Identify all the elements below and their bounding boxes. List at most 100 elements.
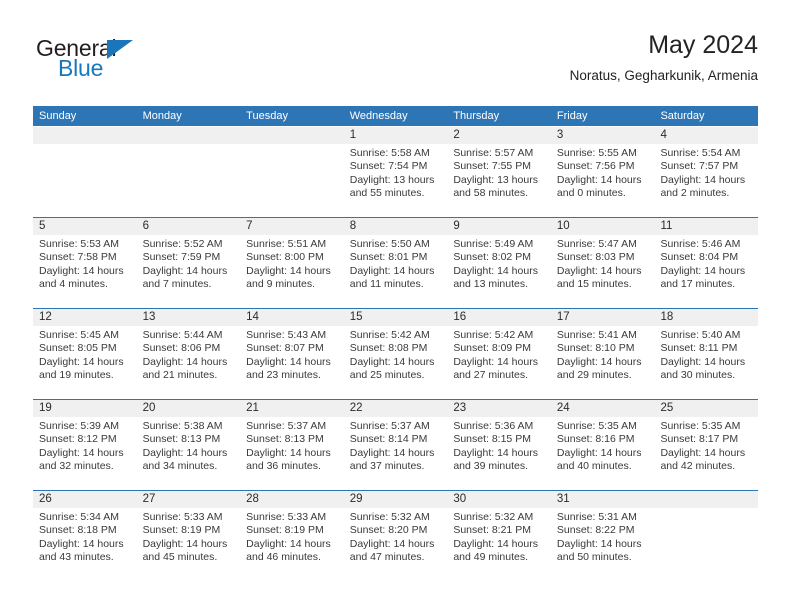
day-cell-13[interactable]: Sunrise: 5:44 AM Sunset: 8:06 PM Daylight:… bbox=[137, 326, 241, 398]
day-number-29[interactable]: 29 bbox=[344, 491, 448, 508]
day-cell-30[interactable]: Sunrise: 5:32 AM Sunset: 8:21 PM Daylight:… bbox=[447, 508, 551, 580]
sunset-text: Sunset: 8:18 PM bbox=[39, 524, 117, 537]
day-cell-28[interactable]: Sunrise: 5:33 AM Sunset: 8:19 PM Daylight:… bbox=[240, 508, 344, 580]
day-cell-15[interactable]: Sunrise: 5:42 AM Sunset: 8:08 PM Daylight:… bbox=[344, 326, 448, 398]
day-number-1[interactable]: 1 bbox=[344, 127, 448, 144]
day-detail-band: Sunrise: 5:53 AM Sunset: 7:58 PM Daylight:… bbox=[33, 235, 758, 307]
day-cell-9[interactable]: Sunrise: 5:49 AM Sunset: 8:02 PM Daylight:… bbox=[447, 235, 551, 307]
day-number-24[interactable]: 24 bbox=[551, 400, 655, 417]
day-cell-23[interactable]: Sunrise: 5:36 AM Sunset: 8:15 PM Daylight:… bbox=[447, 417, 551, 489]
day-number-22[interactable]: 22 bbox=[344, 400, 448, 417]
sunset-text: Sunset: 7:57 PM bbox=[660, 160, 739, 173]
day-cell-8[interactable]: Sunrise: 5:50 AM Sunset: 8:01 PM Daylight:… bbox=[344, 235, 448, 307]
daylight-text: Daylight: 14 hours bbox=[556, 264, 642, 277]
day-detail-band: Sunrise: 5:34 AM Sunset: 8:18 PM Daylight:… bbox=[33, 508, 758, 580]
day-number-30[interactable]: 30 bbox=[447, 491, 551, 508]
day-number-8[interactable]: 8 bbox=[344, 218, 448, 235]
day-number-18[interactable]: 18 bbox=[654, 309, 758, 326]
sunrise-text: Sunrise: 5:39 AM bbox=[39, 420, 119, 432]
day-cell-10[interactable]: Sunrise: 5:47 AM Sunset: 8:03 PM Daylight:… bbox=[551, 235, 655, 307]
day-number-11[interactable]: 11 bbox=[654, 218, 758, 235]
sunrise-text: Sunrise: 5:33 AM bbox=[246, 511, 327, 523]
day-cell-22[interactable]: Sunrise: 5:37 AM Sunset: 8:14 PM Daylight:… bbox=[344, 417, 448, 489]
day-cell-11[interactable]: Sunrise: 5:46 AM Sunset: 8:04 PM Daylight:… bbox=[654, 235, 758, 307]
day-cell-20[interactable]: Sunrise: 5:38 AM Sunset: 8:13 PM Daylight:… bbox=[137, 417, 241, 489]
sunrise-text: Sunrise: 5:35 AM bbox=[556, 420, 637, 432]
day-number-empty bbox=[33, 127, 137, 144]
logo-text-blue: Blue bbox=[58, 55, 104, 81]
day-cell-empty bbox=[654, 508, 758, 580]
daylight-text: and 42 minutes. bbox=[660, 460, 736, 473]
day-cell-1[interactable]: Sunrise: 5:58 AM Sunset: 7:54 PM Daylight:… bbox=[344, 144, 448, 216]
day-number-15[interactable]: 15 bbox=[344, 309, 448, 326]
sunrise-text: Sunrise: 5:46 AM bbox=[660, 238, 741, 250]
day-cell-19[interactable]: Sunrise: 5:39 AM Sunset: 8:12 PM Daylight:… bbox=[33, 417, 137, 489]
day-number-19[interactable]: 19 bbox=[33, 400, 137, 417]
day-cell-21[interactable]: Sunrise: 5:37 AM Sunset: 8:13 PM Daylight:… bbox=[240, 417, 344, 489]
day-cell-18[interactable]: Sunrise: 5:40 AM Sunset: 8:11 PM Daylight:… bbox=[654, 326, 758, 398]
day-number-13[interactable]: 13 bbox=[137, 309, 241, 326]
sunrise-text: Sunrise: 5:37 AM bbox=[246, 420, 327, 432]
sunset-text: Sunset: 8:13 PM bbox=[142, 433, 221, 446]
sunrise-text: Sunrise: 5:45 AM bbox=[39, 329, 119, 341]
day-number-10[interactable]: 10 bbox=[551, 218, 655, 235]
day-cell-2[interactable]: Sunrise: 5:57 AM Sunset: 7:55 PM Daylight:… bbox=[447, 144, 551, 216]
day-number-17[interactable]: 17 bbox=[551, 309, 655, 326]
sunset-text: Sunset: 8:19 PM bbox=[142, 524, 221, 537]
day-number-12[interactable]: 12 bbox=[33, 309, 137, 326]
day-number-6[interactable]: 6 bbox=[137, 218, 241, 235]
day-number-31[interactable]: 31 bbox=[551, 491, 655, 508]
daylight-text: Daylight: 14 hours bbox=[660, 355, 746, 368]
sunrise-text: Sunrise: 5:54 AM bbox=[660, 147, 741, 159]
sunset-text: Sunset: 8:19 PM bbox=[246, 524, 324, 537]
general-blue-logo[interactable]: General Blue bbox=[33, 35, 213, 87]
sunrise-text: Sunrise: 5:43 AM bbox=[246, 329, 327, 341]
day-number-28[interactable]: 28 bbox=[240, 491, 344, 508]
sunset-text: Sunset: 8:20 PM bbox=[349, 524, 428, 537]
day-number-20[interactable]: 20 bbox=[137, 400, 241, 417]
sunset-text: Sunset: 8:04 PM bbox=[660, 251, 739, 264]
daylight-text: Daylight: 14 hours bbox=[246, 446, 331, 459]
sunrise-text: Sunrise: 5:53 AM bbox=[39, 238, 119, 250]
sunset-text: Sunset: 8:03 PM bbox=[556, 251, 635, 264]
day-number-26[interactable]: 26 bbox=[33, 491, 137, 508]
daylight-text: and 4 minutes. bbox=[39, 278, 108, 291]
sunrise-text: Sunrise: 5:36 AM bbox=[453, 420, 534, 432]
day-number-3[interactable]: 3 bbox=[551, 127, 655, 144]
sunset-text: Sunset: 8:13 PM bbox=[246, 433, 324, 446]
sunset-text: Sunset: 7:59 PM bbox=[142, 251, 221, 264]
day-number-band: 12 13 14 15 16 17 18 bbox=[33, 309, 758, 326]
daylight-text: and 21 minutes. bbox=[142, 369, 218, 382]
day-cell-12[interactable]: Sunrise: 5:45 AM Sunset: 8:05 PM Daylight:… bbox=[33, 326, 137, 398]
day-number-14[interactable]: 14 bbox=[240, 309, 344, 326]
day-cell-3[interactable]: Sunrise: 5:55 AM Sunset: 7:56 PM Daylight:… bbox=[551, 144, 655, 216]
day-cell-5[interactable]: Sunrise: 5:53 AM Sunset: 7:58 PM Daylight:… bbox=[33, 235, 137, 307]
day-cell-7[interactable]: Sunrise: 5:51 AM Sunset: 8:00 PM Daylight:… bbox=[240, 235, 344, 307]
day-cell-14[interactable]: Sunrise: 5:43 AM Sunset: 8:07 PM Daylight:… bbox=[240, 326, 344, 398]
day-number-23[interactable]: 23 bbox=[447, 400, 551, 417]
day-number-25[interactable]: 25 bbox=[654, 400, 758, 417]
day-cell-16[interactable]: Sunrise: 5:42 AM Sunset: 8:09 PM Daylight:… bbox=[447, 326, 551, 398]
day-cell-6[interactable]: Sunrise: 5:52 AM Sunset: 7:59 PM Daylight:… bbox=[137, 235, 241, 307]
daylight-text: Daylight: 14 hours bbox=[556, 355, 642, 368]
day-cell-25[interactable]: Sunrise: 5:35 AM Sunset: 8:17 PM Daylight:… bbox=[654, 417, 758, 489]
day-cell-26[interactable]: Sunrise: 5:34 AM Sunset: 8:18 PM Daylight:… bbox=[33, 508, 137, 580]
day-number-5[interactable]: 5 bbox=[33, 218, 137, 235]
day-cell-29[interactable]: Sunrise: 5:32 AM Sunset: 8:20 PM Daylight:… bbox=[344, 508, 448, 580]
day-number-16[interactable]: 16 bbox=[447, 309, 551, 326]
day-number-4[interactable]: 4 bbox=[654, 127, 758, 144]
day-number-9[interactable]: 9 bbox=[447, 218, 551, 235]
day-number-27[interactable]: 27 bbox=[137, 491, 241, 508]
day-number-21[interactable]: 21 bbox=[240, 400, 344, 417]
day-number-2[interactable]: 2 bbox=[447, 127, 551, 144]
day-number-7[interactable]: 7 bbox=[240, 218, 344, 235]
day-cell-27[interactable]: Sunrise: 5:33 AM Sunset: 8:19 PM Daylight:… bbox=[137, 508, 241, 580]
calendar-weeks: 1 2 3 4 Sunrise: 5:58 AM Sunset: 7:54 PM Dayli… bbox=[33, 126, 758, 581]
day-cell-17[interactable]: Sunrise: 5:41 AM Sunset: 8:10 PM Daylight:… bbox=[551, 326, 655, 398]
day-cell-31[interactable]: Sunrise: 5:31 AM Sunset: 8:22 PM Daylight:… bbox=[551, 508, 655, 580]
sunrise-text: Sunrise: 5:41 AM bbox=[556, 329, 637, 341]
day-cell-24[interactable]: Sunrise: 5:35 AM Sunset: 8:16 PM Daylight:… bbox=[551, 417, 655, 489]
day-cell-4[interactable]: Sunrise: 5:54 AM Sunset: 7:57 PM Daylight:… bbox=[654, 144, 758, 216]
sunrise-text: Sunrise: 5:37 AM bbox=[349, 420, 430, 432]
daylight-text: and 25 minutes. bbox=[349, 369, 425, 382]
